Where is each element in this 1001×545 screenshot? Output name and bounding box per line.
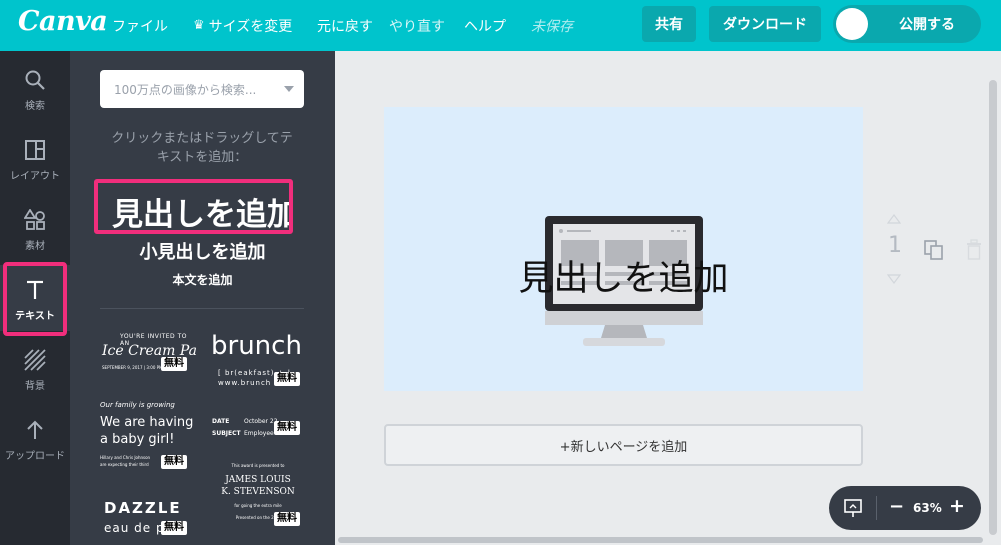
free-badge: 無料 xyxy=(274,421,300,435)
text-tab-highlight xyxy=(3,262,67,336)
free-badge: 無料 xyxy=(274,512,300,526)
rail-item-label: レイアウト xyxy=(10,171,60,182)
panel-hint-line1: クリックまたはドラッグしてテ xyxy=(111,131,293,146)
add-heading-button[interactable]: 見出しを追加 xyxy=(94,179,293,234)
free-badge: 無料 xyxy=(161,357,187,371)
template-text: SEPTEMBER 9, 2017 | 3:00 PM xyxy=(102,365,163,370)
template-text: This award is presented to xyxy=(231,463,285,468)
image-search-input[interactable]: 100万点の画像から検索... xyxy=(100,70,304,108)
upload-icon xyxy=(0,419,70,441)
crown-icon: ♛ xyxy=(193,18,205,33)
zoom-controls: − 63% + xyxy=(829,486,981,530)
template-text: DAZZLE xyxy=(104,499,182,517)
rail-item-layout[interactable]: レイアウト xyxy=(0,125,70,191)
rail-item-elements[interactable]: 素材 xyxy=(0,195,70,261)
zoom-out-button[interactable]: − xyxy=(889,496,904,517)
rail-item-upload[interactable]: アップロード xyxy=(0,405,70,471)
panel-hint-line2: キストを追加： xyxy=(156,150,248,165)
template-text: We are having xyxy=(100,415,194,430)
background-icon xyxy=(0,349,70,371)
rail-item-background[interactable]: 背景 xyxy=(0,335,70,401)
present-icon[interactable] xyxy=(843,498,863,518)
vertical-scrollbar[interactable] xyxy=(989,80,997,535)
search-placeholder: 100万点の画像から検索... xyxy=(114,83,257,97)
template-text: SUBJECT xyxy=(212,430,241,437)
menu-undo[interactable]: 元に戻す xyxy=(317,0,373,51)
page-down-icon[interactable] xyxy=(887,274,901,284)
free-badge: 無料 xyxy=(274,372,300,386)
page-up-icon[interactable] xyxy=(887,214,901,224)
toggle-knob xyxy=(836,8,868,40)
duplicate-page-icon[interactable] xyxy=(923,239,945,261)
template-text: www.brunch xyxy=(218,379,272,387)
publish-toggle[interactable]: 公開する xyxy=(833,5,981,43)
page-number: 1 xyxy=(888,233,902,258)
rail-item-label: アップロード xyxy=(5,451,65,462)
template-text: eau de p xyxy=(104,521,165,535)
template-text: Our family is growing xyxy=(100,401,175,409)
panel-divider xyxy=(100,308,304,309)
template-text: Employee xyxy=(244,430,274,437)
template-text: JAMES LOUIS xyxy=(225,475,291,485)
publish-label: 公開する xyxy=(899,17,955,33)
menu-resize-label: サイズを変更 xyxy=(208,18,293,35)
add-heading-label: 見出しを追加 xyxy=(112,197,293,233)
template-text: DATE xyxy=(212,418,230,425)
add-subheading-button[interactable]: 小見出しを追加 xyxy=(70,238,335,264)
template-text: are expecting their third xyxy=(100,462,149,467)
rail-item-label: 素材 xyxy=(25,241,45,252)
page-heading-text[interactable]: 見出しを追加 xyxy=(384,250,863,301)
menu-help[interactable]: ヘルプ xyxy=(464,0,506,51)
template-text: Hillary and Chris Johnson xyxy=(100,455,151,460)
rail-item-search[interactable]: 検索 xyxy=(0,55,70,121)
rail-item-label: 検索 xyxy=(25,101,45,112)
add-page-button[interactable]: +新しいページを追加 xyxy=(384,424,863,466)
zoom-in-button[interactable]: + xyxy=(949,495,965,517)
menu-redo[interactable]: やり直す xyxy=(389,0,445,51)
elements-icon xyxy=(0,209,70,231)
template-text: for going the extra mile xyxy=(234,503,282,508)
template-text: K. STEVENSON xyxy=(221,487,295,497)
canva-logo[interactable]: Canva xyxy=(18,6,108,37)
menu-file[interactable]: ファイル xyxy=(112,0,168,51)
share-button[interactable]: 共有 xyxy=(642,6,696,42)
search-icon xyxy=(0,69,70,91)
layout-icon xyxy=(0,139,70,161)
chevron-down-icon[interactable] xyxy=(284,86,294,92)
template-text: a baby girl! xyxy=(100,432,175,447)
text-panel: 100万点の画像から検索... クリックまたはドラッグしてテ キストを追加： 見… xyxy=(70,51,335,545)
save-status: 未保存 xyxy=(531,18,573,35)
add-body-text-button[interactable]: 本文を追加 xyxy=(70,271,335,288)
download-button[interactable]: ダウンロード xyxy=(709,6,821,42)
rail-item-label: 背景 xyxy=(25,381,45,392)
menu-resize[interactable]: ♛ サイズを変更 xyxy=(193,0,292,51)
zoom-separator xyxy=(876,496,877,520)
free-badge: 無料 xyxy=(161,521,187,535)
free-badge: 無料 xyxy=(161,455,187,469)
zoom-level[interactable]: 63% xyxy=(913,501,942,515)
template-text: brunch xyxy=(211,331,302,361)
top-bar: Canva ファイル ♛ サイズを変更 元に戻す やり直す ヘルプ 未保存 共有… xyxy=(0,0,1001,51)
delete-page-icon[interactable] xyxy=(965,239,983,261)
horizontal-scrollbar[interactable] xyxy=(338,537,983,543)
